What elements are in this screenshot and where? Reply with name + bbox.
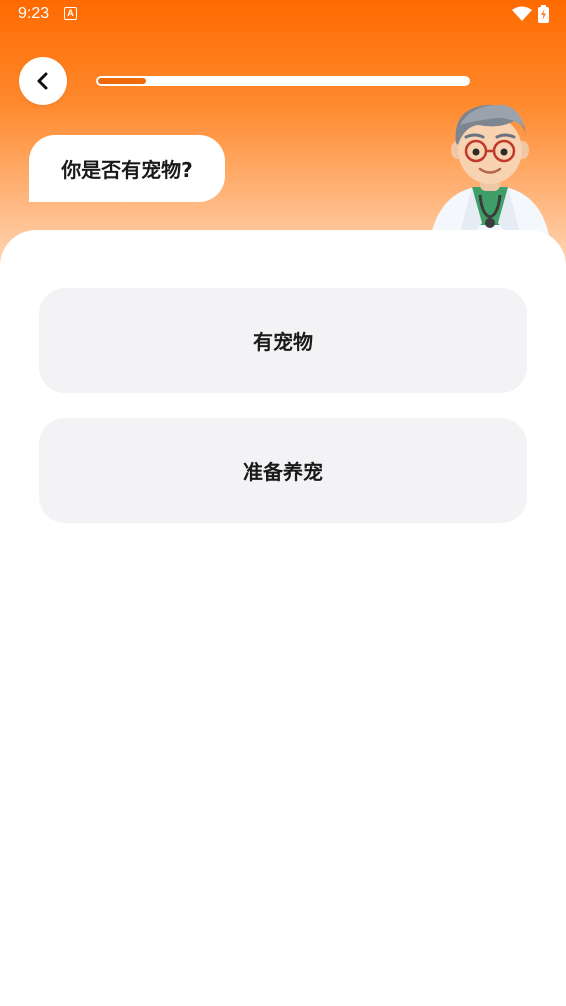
status-time: 9:23	[18, 5, 50, 22]
progress-bar	[96, 76, 470, 86]
progress-fill	[98, 78, 146, 84]
option-has-pet[interactable]: 有宠物	[39, 288, 527, 393]
battery-charging-icon	[538, 5, 549, 23]
option-planning-pet[interactable]: 准备养宠	[39, 418, 527, 523]
wifi-icon	[512, 6, 532, 21]
doctor-avatar	[430, 104, 550, 240]
question-bubble: 你是否有宠物?	[29, 135, 225, 202]
back-button[interactable]	[19, 57, 67, 105]
chevron-left-icon	[37, 72, 48, 90]
option-label: 有宠物	[253, 330, 313, 354]
question-text: 你是否有宠物?	[61, 158, 193, 182]
option-label: 准备养宠	[243, 460, 323, 484]
app-notification-icon: A	[64, 7, 77, 20]
status-bar: 9:23 A	[0, 0, 566, 30]
